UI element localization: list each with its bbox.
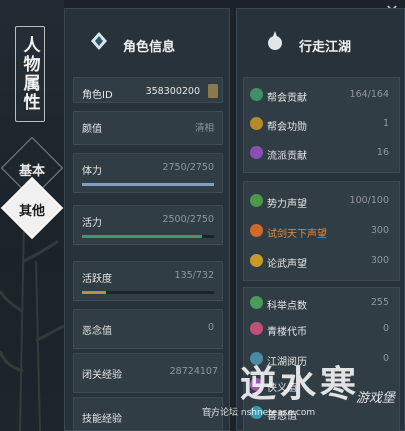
- row-label: 试剑天下声望: [267, 229, 327, 240]
- faction-reputation-icon: [250, 194, 263, 207]
- row-label: 恶念值: [82, 326, 112, 337]
- row-vitality: 活力 2500/2750: [73, 205, 223, 245]
- row-activity: 活跃度 135/732: [73, 261, 223, 301]
- row-value: 0: [382, 323, 389, 334]
- row-character-id: 角色ID 358300200: [73, 77, 223, 103]
- row-value: 358300200: [145, 86, 200, 97]
- sword-trial-icon: [250, 224, 263, 237]
- row-value: 2750/2750: [162, 162, 214, 173]
- activity-bar-fill: [82, 291, 106, 294]
- row-school-contribution: 流派贡献 16: [244, 142, 399, 164]
- token-icon: [250, 322, 263, 335]
- stamina-bar: [82, 183, 214, 186]
- tab-other-label[interactable]: 其他: [10, 200, 54, 219]
- reputation-group: 势力声望 100/100 试剑天下声望 300 论武声望 300: [243, 181, 400, 281]
- row-exam-points: 科举点数 255: [244, 292, 399, 314]
- jianghu-title: 行走江湖: [299, 40, 352, 55]
- row-label: 活力: [82, 218, 102, 229]
- row-value: 255: [370, 297, 389, 308]
- character-emblem-icon: [91, 32, 107, 50]
- copy-icon[interactable]: [208, 84, 218, 98]
- row-token: 青楼代币 0: [244, 318, 399, 340]
- sidebar-title: 人物属性: [15, 26, 45, 122]
- row-malice: 恶念值 0: [73, 309, 223, 349]
- guild-contribution-icon: [250, 88, 263, 101]
- row-guild-merit: 帮会功勋 1: [244, 113, 399, 135]
- row-value: 164/164: [349, 89, 389, 100]
- activity-bar: [82, 291, 214, 294]
- row-label: 青楼代币: [267, 327, 307, 338]
- row-label: 活跃度: [82, 274, 112, 285]
- row-appearance: 颜值 清相: [73, 111, 223, 145]
- row-value: 0: [207, 322, 214, 333]
- row-value: 16: [376, 147, 389, 158]
- row-value: 100/100: [349, 195, 389, 206]
- character-info-header: 角色信息: [65, 9, 229, 73]
- row-label: 颜值: [82, 124, 102, 135]
- row-guild-contribution: 帮会贡献 164/164: [244, 84, 399, 106]
- school-contribution-icon: [250, 146, 263, 159]
- character-info-title: 角色信息: [123, 40, 176, 55]
- sidebar: 人物属性 基本 其他: [0, 0, 64, 431]
- stamina-bar-fill: [82, 183, 214, 186]
- jianghu-emblem-icon: [268, 31, 282, 50]
- row-label: 论武声望: [267, 259, 307, 270]
- row-label: 闭关经验: [82, 370, 122, 381]
- row-value: 300: [370, 255, 389, 266]
- watermark-site: 官方论坛 nshnetease.com: [202, 408, 316, 418]
- row-label: 体力: [82, 166, 102, 177]
- exam-points-icon: [250, 296, 263, 309]
- row-stamina: 体力 2750/2750: [73, 153, 223, 193]
- watermark-brand: 游戏堡: [355, 391, 395, 406]
- row-label: 流派贡献: [267, 151, 307, 162]
- jianghu-header: 行走江湖: [237, 9, 404, 73]
- row-label: 帮会功勋: [267, 122, 307, 133]
- row-value: 135/732: [174, 270, 214, 281]
- row-value: 清相: [194, 123, 214, 134]
- row-value: 300: [370, 225, 389, 236]
- watermark-logo: 逆水寒: [240, 363, 361, 405]
- row-faction-reputation: 势力声望 100/100: [244, 190, 399, 212]
- row-martial-debate-reputation: 论武声望 300: [244, 250, 399, 272]
- row-value: 1: [382, 118, 389, 129]
- row-value: 2500/2750: [162, 214, 214, 225]
- martial-debate-icon: [250, 254, 263, 267]
- row-label: 势力声望: [267, 199, 307, 210]
- contribution-group: 帮会贡献 164/164 帮会功勋 1 流派贡献 16: [243, 77, 400, 173]
- row-label: 科举点数: [267, 301, 307, 312]
- row-sword-trial-reputation: 试剑天下声望 300: [244, 220, 399, 242]
- row-label: 角色ID: [82, 90, 113, 101]
- vitality-bar-fill: [82, 235, 203, 238]
- row-label: 帮会贡献: [267, 93, 307, 104]
- watermark: 逆水寒 游戏堡 官方论坛 nshnetease.com: [200, 355, 405, 431]
- vitality-bar: [82, 235, 214, 238]
- row-label: 技能经验: [82, 414, 122, 425]
- guild-merit-icon: [250, 117, 263, 130]
